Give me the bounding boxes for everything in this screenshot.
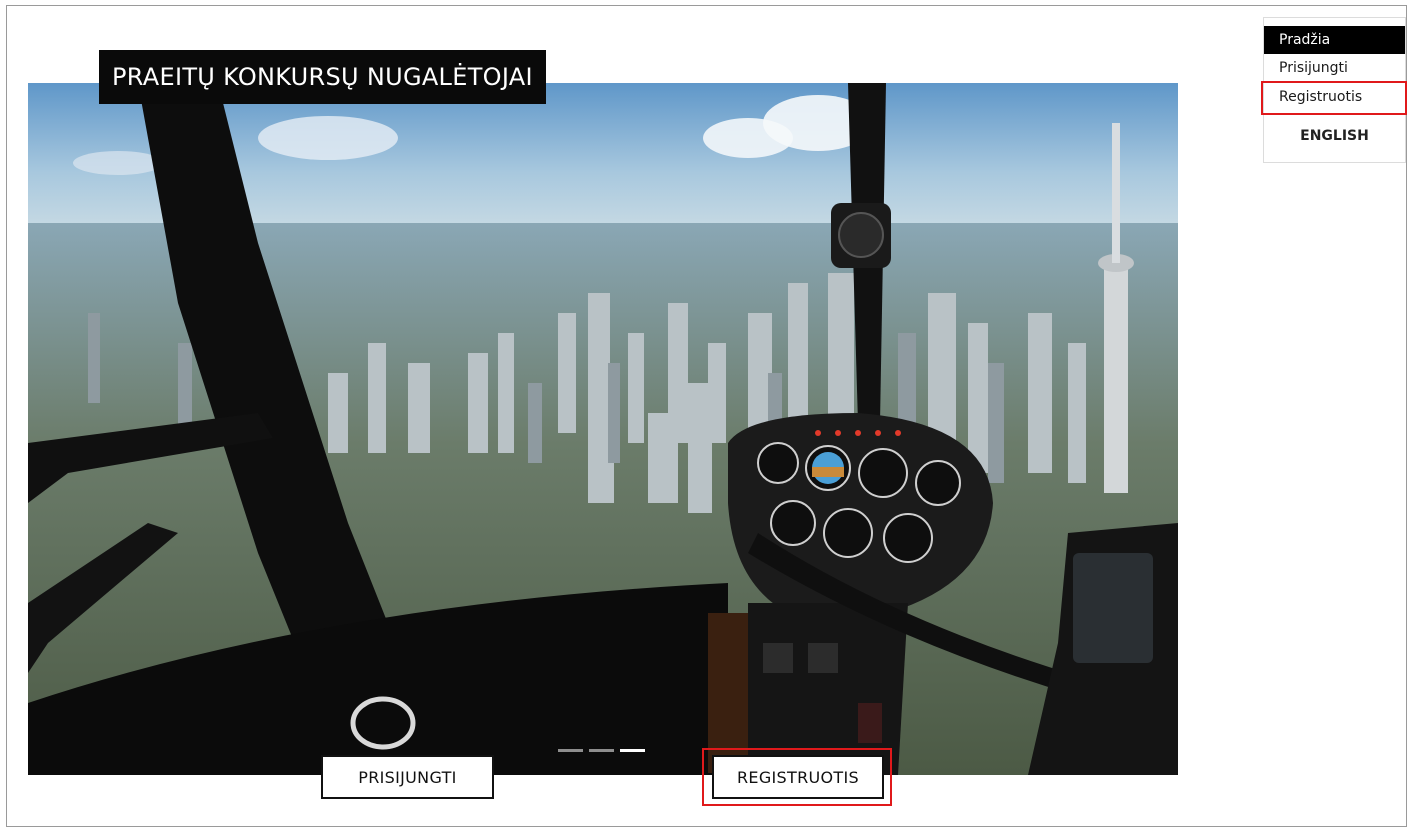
language-switch-link[interactable]: ENGLISH bbox=[1264, 128, 1405, 144]
helicopter-cockpit-scene bbox=[28, 83, 1178, 775]
side-menu: Pradžia Prisijungti Registruotis ENGLISH bbox=[1263, 17, 1406, 163]
login-button[interactable]: PRISIJUNGTI bbox=[321, 755, 494, 799]
menu-item-login[interactable]: Prisijungti bbox=[1264, 54, 1405, 82]
page-title: PRAEITŲ KONKURSŲ NUGALĖTOJAI bbox=[99, 50, 546, 104]
register-button[interactable]: REGISTRUOTIS bbox=[712, 755, 884, 799]
slide-dot-2[interactable] bbox=[589, 749, 614, 752]
menu-item-register[interactable]: Registruotis bbox=[1264, 83, 1405, 111]
menu-item-home[interactable]: Pradžia bbox=[1264, 26, 1405, 54]
slide-dot-3-active[interactable] bbox=[620, 749, 645, 752]
slide-dot-1[interactable] bbox=[558, 749, 583, 752]
hero-image bbox=[28, 83, 1178, 775]
slider-dots bbox=[558, 749, 645, 752]
